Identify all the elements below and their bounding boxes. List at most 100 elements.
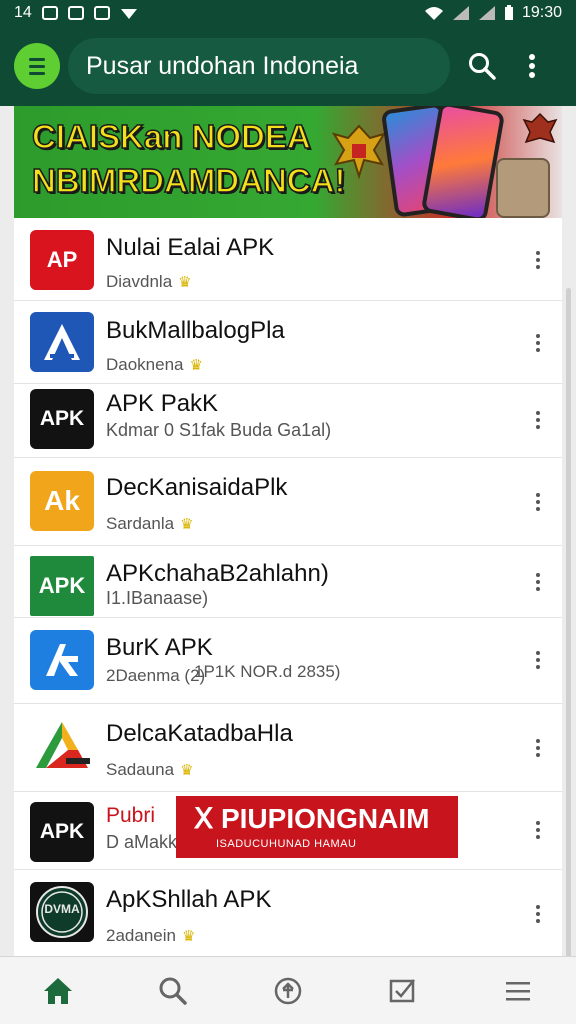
nav-tasks[interactable] bbox=[373, 966, 433, 1016]
app-subtitle: Sardanla ♛ bbox=[106, 514, 194, 534]
status-left: 14 bbox=[14, 4, 138, 22]
list-item[interactable]: BukMallbalogPla Daoknena ♛ bbox=[14, 301, 562, 384]
list-item[interactable]: APK APKchahaB2ahlahn) I1.IBanaase) bbox=[14, 546, 562, 618]
more-vert-icon bbox=[536, 411, 540, 415]
more-vert-button[interactable] bbox=[528, 568, 548, 596]
ad-banner[interactable]: Ⅹ PIUPIONGNAIM ISADUCUHUNAD HAMAU bbox=[176, 796, 458, 858]
crown-badge-icon: ♛ bbox=[181, 928, 196, 945]
app-title-search[interactable]: Pusar undohan Indoneia bbox=[68, 38, 450, 94]
app-title: Pusar undohan Indoneia bbox=[86, 51, 359, 80]
nav-search[interactable] bbox=[143, 966, 203, 1016]
more-options-button[interactable] bbox=[514, 48, 550, 84]
status-bar: 14 19:30 bbox=[0, 0, 576, 26]
crown-badge-icon: ♛ bbox=[180, 762, 194, 779]
dot bbox=[536, 265, 540, 269]
dot bbox=[536, 258, 540, 262]
more-vert-button[interactable] bbox=[528, 488, 548, 516]
notification-icon bbox=[41, 6, 58, 20]
signal-icon-2 bbox=[478, 6, 495, 20]
search-button[interactable] bbox=[464, 48, 500, 84]
app-title: Pubri bbox=[106, 804, 156, 827]
nav-menu[interactable] bbox=[488, 966, 548, 1016]
list-item[interactable]: DVMA ApKShllah APK 2adanein ♛ bbox=[14, 870, 562, 958]
dot bbox=[536, 665, 540, 669]
more-vert-icon bbox=[536, 739, 540, 743]
app-subtitle-text: Sardanla bbox=[106, 514, 175, 533]
more-vert-icon bbox=[536, 493, 540, 497]
more-vert-button[interactable] bbox=[528, 816, 548, 844]
list-item[interactable]: DelcaKatadbaHla Sadauna ♛ bbox=[14, 704, 562, 792]
a-logo-icon bbox=[44, 324, 80, 360]
app-icon: DVMA bbox=[30, 882, 94, 942]
crown-badge-icon: ♛ bbox=[178, 274, 192, 291]
dot bbox=[536, 580, 540, 584]
menu-icon bbox=[29, 57, 45, 61]
app-icon-label: DVMA bbox=[44, 902, 80, 916]
app-icon-label: APK bbox=[39, 407, 85, 430]
menu-button[interactable] bbox=[14, 43, 60, 89]
app-subtitle-extra: 1P1K NOR.d 2835) bbox=[194, 662, 341, 681]
dot bbox=[536, 746, 540, 750]
ad-headline: Ⅹ PIUPIONGNAIM bbox=[194, 803, 430, 834]
menu-icon bbox=[506, 981, 531, 1000]
app-subtitle-text: Sadauna bbox=[106, 760, 175, 779]
app-icon: APK bbox=[30, 556, 94, 616]
location-icon bbox=[120, 9, 137, 19]
app-subtitle: Daoknena ♛ bbox=[106, 355, 203, 375]
app-subtitle: Kdmar 0 S1fak Buda Ga1al) bbox=[106, 420, 332, 440]
app-icon-label: AP bbox=[46, 247, 78, 272]
app-subtitle: 2adanein ♛ bbox=[106, 926, 195, 946]
dot bbox=[536, 753, 540, 757]
status-right: 19:30 bbox=[424, 4, 562, 22]
triangle-logo-icon bbox=[36, 722, 90, 768]
wifi-icon bbox=[424, 7, 443, 20]
app-title: APKchahaB2ahlahn) bbox=[106, 560, 329, 587]
more-vert-button[interactable] bbox=[528, 734, 548, 762]
dot bbox=[536, 341, 540, 345]
dot bbox=[536, 418, 540, 422]
signal-icon bbox=[452, 6, 469, 20]
more-vert-icon bbox=[536, 334, 540, 338]
bag-illustration bbox=[496, 158, 550, 218]
more-vert-button[interactable] bbox=[528, 329, 548, 357]
more-vert-button[interactable] bbox=[528, 406, 548, 434]
battery-icon bbox=[504, 5, 513, 20]
app-icon bbox=[30, 717, 94, 777]
app-title: DelcaKatadbaHla bbox=[106, 720, 293, 747]
list-item[interactable]: BurK APK 2Daenma (2) 1P1K NOR.d 2835) bbox=[14, 618, 562, 704]
screen: 14 19:30 Pusar undohan Indoneia CIAISKan… bbox=[0, 0, 576, 1024]
more-vert-icon bbox=[536, 821, 540, 825]
dot bbox=[536, 828, 540, 832]
dot bbox=[536, 587, 540, 591]
nav-home[interactable] bbox=[28, 966, 88, 1016]
app-icon-label: Ak bbox=[44, 485, 80, 516]
more-vert-button[interactable] bbox=[528, 646, 548, 674]
more-vert-icon bbox=[536, 251, 540, 255]
dot bbox=[536, 507, 540, 511]
app-icon: APK bbox=[30, 802, 94, 862]
checkbox-icon bbox=[389, 978, 416, 1002]
more-vert-button[interactable] bbox=[528, 246, 548, 274]
nav-upload[interactable] bbox=[258, 966, 318, 1016]
ad-headline-text: PIUPIONGNAIM bbox=[220, 803, 430, 834]
image-icon bbox=[67, 6, 84, 20]
scrollbar[interactable] bbox=[566, 288, 571, 958]
list-item[interactable]: APK APK PakK Kdmar 0 S1fak Buda Ga1al) bbox=[14, 384, 562, 458]
bottom-nav bbox=[0, 956, 576, 1024]
garuda-emblem-icon bbox=[332, 124, 386, 180]
app-subtitle: 2Daenma (2) bbox=[106, 666, 206, 685]
more-vert-button[interactable] bbox=[528, 900, 548, 928]
app-icon bbox=[30, 630, 94, 690]
home-icon bbox=[43, 977, 72, 1004]
list-item[interactable]: APK Pubri D aMakk Ⅹ PIUPIONGNAIM ISADUCU… bbox=[14, 792, 562, 870]
app-title: BurK APK bbox=[106, 634, 213, 661]
app-title: Nulai Ealai APK bbox=[106, 234, 275, 261]
app-icon-label: APK bbox=[39, 820, 85, 843]
dot bbox=[536, 658, 540, 662]
menu-icon-bar bbox=[29, 71, 45, 75]
list-item[interactable]: Ak DecKanisaidaPlk Sardanla ♛ bbox=[14, 458, 562, 546]
promo-banner[interactable]: CIAISKan NODEA NBIMRDAMDANCA! bbox=[14, 106, 562, 218]
search-icon bbox=[159, 977, 187, 1005]
list-item[interactable]: AP Nulai Ealai APK Diavdnla ♛ bbox=[14, 218, 562, 301]
more-vert-icon bbox=[529, 54, 535, 78]
